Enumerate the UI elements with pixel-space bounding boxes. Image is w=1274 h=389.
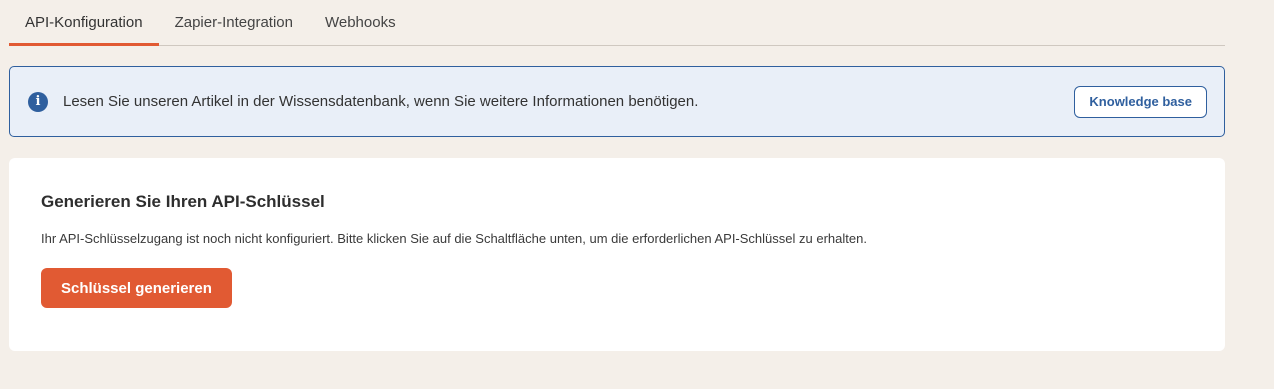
tab-api-konfiguration[interactable]: API-Konfiguration	[9, 0, 159, 46]
page: API-Konfiguration Zapier-Integration Web…	[0, 0, 1274, 389]
tab-bar: API-Konfiguration Zapier-Integration Web…	[9, 0, 1225, 46]
info-icon: i	[28, 91, 48, 112]
generate-key-button[interactable]: Schlüssel generieren	[41, 268, 232, 308]
info-banner: i Lesen Sie unseren Artikel in der Wisse…	[9, 66, 1225, 137]
tab-webhooks[interactable]: Webhooks	[309, 0, 412, 45]
tab-label: Webhooks	[324, 14, 396, 31]
knowledge-base-button[interactable]: Knowledge base	[1074, 85, 1207, 118]
generate-key-button-label: Schlüssel generieren	[61, 279, 212, 297]
tab-zapier-integration[interactable]: Zapier-Integration	[159, 0, 309, 45]
tab-label: API-Konfiguration	[25, 14, 143, 31]
info-banner-text: Lesen Sie unseren Artikel in der Wissens…	[63, 93, 699, 110]
knowledge-base-button-label: Knowledge base	[1089, 94, 1192, 109]
tab-label: Zapier-Integration	[174, 14, 293, 31]
card-title: Generieren Sie Ihren API-Schlüssel	[41, 192, 325, 211]
card-description: Ihr API-Schlüsselzugang ist noch nicht k…	[41, 231, 867, 246]
api-key-card: Generieren Sie Ihren API-Schlüssel Ihr A…	[9, 158, 1225, 351]
